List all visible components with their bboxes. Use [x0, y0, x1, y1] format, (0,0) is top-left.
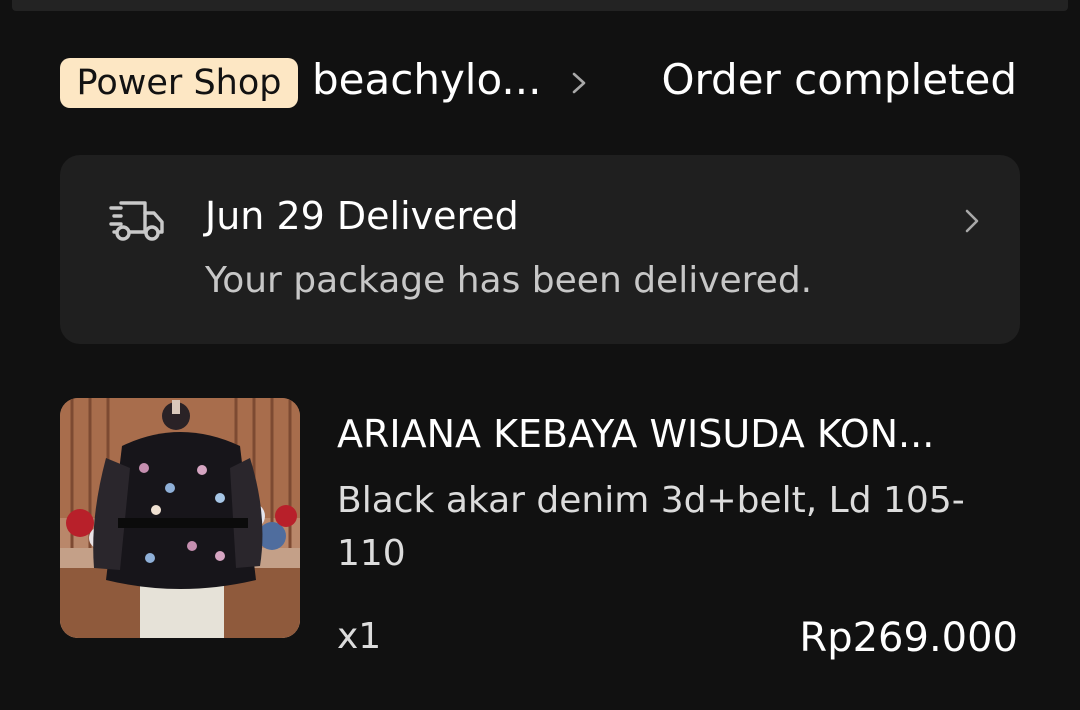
top-divider — [12, 0, 1068, 11]
order-detail-screen: Power Shop beachylo... Order completed J… — [0, 0, 1080, 710]
product-photo-image — [60, 398, 300, 638]
product-thumbnail[interactable] — [60, 398, 300, 638]
delivery-message: Your package has been delivered. — [205, 260, 813, 301]
delivery-status-card[interactable]: Jun 29 Delivered Your package has been d… — [60, 155, 1020, 344]
truck-icon — [109, 201, 164, 241]
product-quantity: x1 — [337, 616, 382, 657]
product-title[interactable]: ARIANA KEBAYA WISUDA KON... — [337, 406, 934, 462]
power-shop-badge: Power Shop — [60, 58, 298, 108]
order-status: Order completed — [661, 55, 1017, 104]
product-price: Rp269.000 — [799, 615, 1018, 661]
shop-header: Power Shop beachylo... Order completed — [60, 50, 1020, 110]
delivery-date-status: Jun 29 Delivered — [205, 194, 519, 238]
shop-name-link[interactable]: beachylo... — [312, 52, 541, 108]
chevron-right-icon[interactable] — [568, 68, 590, 98]
product-variant: Black akar denim 3d+belt, Ld 105-110 — [337, 480, 965, 574]
chevron-right-icon — [965, 209, 979, 233]
